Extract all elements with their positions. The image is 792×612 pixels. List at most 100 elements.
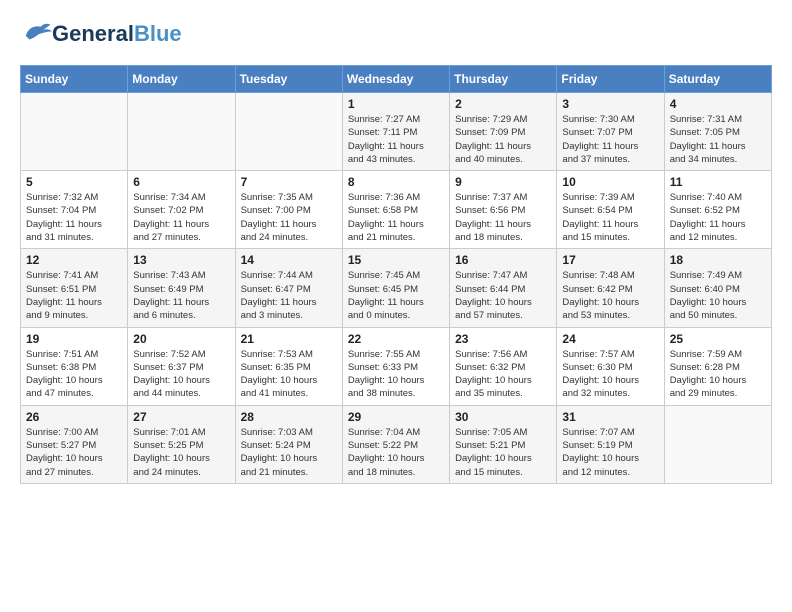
calendar-cell: 9 Sunrise: 7:37 AMSunset: 6:56 PMDaylight… xyxy=(450,171,557,249)
day-info: Sunrise: 7:32 AMSunset: 7:04 PMDaylight:… xyxy=(26,191,122,244)
weekday-tuesday: Tuesday xyxy=(235,66,342,93)
day-info: Sunrise: 7:00 AMSunset: 5:27 PMDaylight:… xyxy=(26,426,122,479)
day-number: 14 xyxy=(241,253,337,267)
day-number: 12 xyxy=(26,253,122,267)
day-number: 28 xyxy=(241,410,337,424)
day-info: Sunrise: 7:47 AMSunset: 6:44 PMDaylight:… xyxy=(455,269,551,322)
weekday-monday: Monday xyxy=(128,66,235,93)
day-info: Sunrise: 7:30 AMSunset: 7:07 PMDaylight:… xyxy=(562,113,658,166)
logo: GeneralBlue xyxy=(20,20,182,49)
day-info: Sunrise: 7:36 AMSunset: 6:58 PMDaylight:… xyxy=(348,191,444,244)
day-info: Sunrise: 7:48 AMSunset: 6:42 PMDaylight:… xyxy=(562,269,658,322)
calendar-cell: 10 Sunrise: 7:39 AMSunset: 6:54 PMDayligh… xyxy=(557,171,664,249)
calendar-cell: 21Sunrise: 7:53 AMSunset: 6:35 PMDayligh… xyxy=(235,327,342,405)
calendar-cell: 7 Sunrise: 7:35 AMSunset: 7:00 PMDaylight… xyxy=(235,171,342,249)
weekday-thursday: Thursday xyxy=(450,66,557,93)
calendar-cell xyxy=(128,93,235,171)
weekday-friday: Friday xyxy=(557,66,664,93)
day-info: Sunrise: 7:29 AMSunset: 7:09 PMDaylight:… xyxy=(455,113,551,166)
day-number: 24 xyxy=(562,332,658,346)
week-row-2: 5Sunrise: 7:32 AMSunset: 7:04 PMDaylight… xyxy=(21,171,772,249)
calendar-cell: 22 Sunrise: 7:55 AMSunset: 6:33 PMDayligh… xyxy=(342,327,449,405)
day-number: 11 xyxy=(670,175,766,189)
calendar-cell: 18Sunrise: 7:49 AMSunset: 6:40 PMDayligh… xyxy=(664,249,771,327)
calendar-cell: 8 Sunrise: 7:36 AMSunset: 6:58 PMDaylight… xyxy=(342,171,449,249)
day-info: Sunrise: 7:57 AMSunset: 6:30 PMDaylight:… xyxy=(562,348,658,401)
calendar-cell: 6 Sunrise: 7:34 AMSunset: 7:02 PMDaylight… xyxy=(128,171,235,249)
day-info: Sunrise: 7:35 AMSunset: 7:00 PMDaylight:… xyxy=(241,191,337,244)
day-number: 3 xyxy=(562,97,658,111)
day-number: 10 xyxy=(562,175,658,189)
calendar-cell: 15 Sunrise: 7:45 AMSunset: 6:45 PMDayligh… xyxy=(342,249,449,327)
calendar-cell: 3 Sunrise: 7:30 AMSunset: 7:07 PMDaylight… xyxy=(557,93,664,171)
day-info: Sunrise: 7:37 AMSunset: 6:56 PMDaylight:… xyxy=(455,191,551,244)
week-row-4: 19Sunrise: 7:51 AMSunset: 6:38 PMDayligh… xyxy=(21,327,772,405)
calendar-cell: 13Sunrise: 7:43 AMSunset: 6:49 PMDayligh… xyxy=(128,249,235,327)
calendar-cell xyxy=(21,93,128,171)
day-info: Sunrise: 7:40 AMSunset: 6:52 PMDaylight:… xyxy=(670,191,766,244)
week-row-1: 1 Sunrise: 7:27 AMSunset: 7:11 PMDaylight… xyxy=(21,93,772,171)
day-number: 13 xyxy=(133,253,229,267)
day-number: 31 xyxy=(562,410,658,424)
day-info: Sunrise: 7:45 AMSunset: 6:45 PMDaylight:… xyxy=(348,269,444,322)
calendar-cell: 25Sunrise: 7:59 AMSunset: 6:28 PMDayligh… xyxy=(664,327,771,405)
day-info: Sunrise: 7:04 AMSunset: 5:22 PMDaylight:… xyxy=(348,426,444,479)
calendar-cell xyxy=(235,93,342,171)
calendar-cell: 14 Sunrise: 7:44 AMSunset: 6:47 PMDayligh… xyxy=(235,249,342,327)
day-number: 26 xyxy=(26,410,122,424)
day-number: 4 xyxy=(670,97,766,111)
day-number: 21 xyxy=(241,332,337,346)
day-number: 18 xyxy=(670,253,766,267)
day-number: 6 xyxy=(133,175,229,189)
calendar-cell: 4 Sunrise: 7:31 AMSunset: 7:05 PMDaylight… xyxy=(664,93,771,171)
calendar-cell: 12 Sunrise: 7:41 AMSunset: 6:51 PMDayligh… xyxy=(21,249,128,327)
calendar-cell: 28 Sunrise: 7:03 AMSunset: 5:24 PMDayligh… xyxy=(235,405,342,483)
calendar-cell: 23Sunrise: 7:56 AMSunset: 6:32 PMDayligh… xyxy=(450,327,557,405)
day-info: Sunrise: 7:44 AMSunset: 6:47 PMDaylight:… xyxy=(241,269,337,322)
calendar-cell: 1 Sunrise: 7:27 AMSunset: 7:11 PMDaylight… xyxy=(342,93,449,171)
day-info: Sunrise: 7:52 AMSunset: 6:37 PMDaylight:… xyxy=(133,348,229,401)
weekday-saturday: Saturday xyxy=(664,66,771,93)
day-info: Sunrise: 7:31 AMSunset: 7:05 PMDaylight:… xyxy=(670,113,766,166)
page-header: GeneralBlue xyxy=(20,20,772,49)
calendar-cell xyxy=(664,405,771,483)
calendar-cell: 11 Sunrise: 7:40 AMSunset: 6:52 PMDayligh… xyxy=(664,171,771,249)
calendar-cell: 2 Sunrise: 7:29 AMSunset: 7:09 PMDaylight… xyxy=(450,93,557,171)
logo-icon xyxy=(22,20,52,44)
day-number: 2 xyxy=(455,97,551,111)
calendar-cell: 17 Sunrise: 7:48 AMSunset: 6:42 PMDayligh… xyxy=(557,249,664,327)
day-number: 8 xyxy=(348,175,444,189)
day-number: 15 xyxy=(348,253,444,267)
week-row-5: 26 Sunrise: 7:00 AMSunset: 5:27 PMDayligh… xyxy=(21,405,772,483)
weekday-header-row: SundayMondayTuesdayWednesdayThursdayFrid… xyxy=(21,66,772,93)
day-info: Sunrise: 7:07 AMSunset: 5:19 PMDaylight:… xyxy=(562,426,658,479)
calendar-table: SundayMondayTuesdayWednesdayThursdayFrid… xyxy=(20,65,772,484)
calendar-cell: 29 Sunrise: 7:04 AMSunset: 5:22 PMDayligh… xyxy=(342,405,449,483)
day-number: 27 xyxy=(133,410,229,424)
day-number: 9 xyxy=(455,175,551,189)
day-info: Sunrise: 7:56 AMSunset: 6:32 PMDaylight:… xyxy=(455,348,551,401)
day-info: Sunrise: 7:27 AMSunset: 7:11 PMDaylight:… xyxy=(348,113,444,166)
day-number: 29 xyxy=(348,410,444,424)
day-number: 17 xyxy=(562,253,658,267)
day-info: Sunrise: 7:05 AMSunset: 5:21 PMDaylight:… xyxy=(455,426,551,479)
day-info: Sunrise: 7:39 AMSunset: 6:54 PMDaylight:… xyxy=(562,191,658,244)
day-number: 19 xyxy=(26,332,122,346)
day-info: Sunrise: 7:55 AMSunset: 6:33 PMDaylight:… xyxy=(348,348,444,401)
day-number: 1 xyxy=(348,97,444,111)
calendar-cell: 20Sunrise: 7:52 AMSunset: 6:37 PMDayligh… xyxy=(128,327,235,405)
calendar-cell: 30 Sunrise: 7:05 AMSunset: 5:21 PMDayligh… xyxy=(450,405,557,483)
calendar-cell: 26 Sunrise: 7:00 AMSunset: 5:27 PMDayligh… xyxy=(21,405,128,483)
weekday-wednesday: Wednesday xyxy=(342,66,449,93)
day-info: Sunrise: 7:03 AMSunset: 5:24 PMDaylight:… xyxy=(241,426,337,479)
day-info: Sunrise: 7:34 AMSunset: 7:02 PMDaylight:… xyxy=(133,191,229,244)
day-info: Sunrise: 7:01 AMSunset: 5:25 PMDaylight:… xyxy=(133,426,229,479)
day-number: 22 xyxy=(348,332,444,346)
logo-text: GeneralBlue xyxy=(52,22,182,46)
day-number: 30 xyxy=(455,410,551,424)
day-info: Sunrise: 7:41 AMSunset: 6:51 PMDaylight:… xyxy=(26,269,122,322)
calendar-cell: 5Sunrise: 7:32 AMSunset: 7:04 PMDaylight… xyxy=(21,171,128,249)
calendar-cell: 27 Sunrise: 7:01 AMSunset: 5:25 PMDayligh… xyxy=(128,405,235,483)
day-info: Sunrise: 7:59 AMSunset: 6:28 PMDaylight:… xyxy=(670,348,766,401)
day-number: 7 xyxy=(241,175,337,189)
